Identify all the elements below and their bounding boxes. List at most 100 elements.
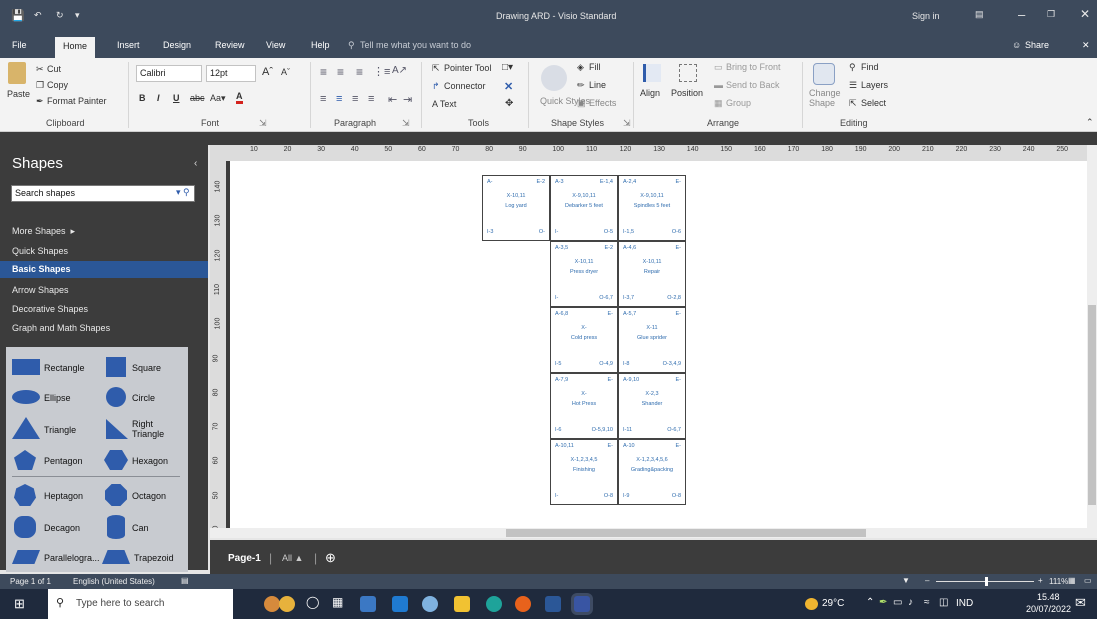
decorative-shapes-link[interactable]: Decorative Shapes <box>12 304 88 314</box>
share-icon[interactable]: ☺ <box>1012 38 1021 58</box>
activity-box[interactable]: A-10,11 E- X-1,2,3,4,5 Finishing I- O-8 <box>550 439 618 505</box>
pentagon-icon[interactable] <box>14 450 36 470</box>
vertical-scrollbar[interactable] <box>1087 145 1097 530</box>
horizontal-scroll-thumb[interactable] <box>506 529 866 537</box>
zoom-out-icon[interactable]: – <box>925 576 929 585</box>
text-direction-icon[interactable]: A↗ <box>392 65 407 76</box>
font-size-select[interactable]: 12pt <box>206 65 256 82</box>
tab-design[interactable]: Design <box>163 38 191 58</box>
activity-box[interactable]: A-2,4 E- X-9,10,11 Spindles 5 feet I-1,5 O-6 <box>618 175 686 241</box>
store-icon[interactable] <box>360 596 376 612</box>
notifications-icon[interactable]: ✉ <box>1075 595 1086 611</box>
effects-icon[interactable]: ▣ <box>577 98 586 109</box>
align-left-icon[interactable]: ≡ <box>320 93 326 105</box>
search-shapes-input[interactable]: Search shapes ▾ ⚲ <box>11 185 195 202</box>
tab-insert[interactable]: Insert <box>117 38 140 58</box>
people-icon[interactable] <box>264 596 280 612</box>
align-right-icon[interactable]: ≡ <box>352 93 358 105</box>
format-painter-icon[interactable]: ✒ <box>36 96 44 107</box>
rectangle-label[interactable]: Rectangle <box>44 363 85 373</box>
can-label[interactable]: Can <box>132 523 149 533</box>
trapezoid-label[interactable]: Trapezoid <box>134 553 174 563</box>
browser-icon[interactable] <box>422 596 438 612</box>
format-painter-button[interactable]: Format Painter <box>47 96 107 106</box>
paragraph-launcher-icon[interactable]: ⇲ <box>402 118 410 129</box>
more-shapes-link[interactable]: More Shapes ▸ <box>12 226 75 237</box>
layers-button[interactable]: Layers <box>861 80 888 90</box>
search-icon[interactable]: ▾ ⚲ <box>176 187 190 198</box>
page-1-tab[interactable]: Page-1 <box>228 553 261 564</box>
square-label[interactable]: Square <box>132 363 161 373</box>
visio-icon[interactable] <box>574 596 590 612</box>
align-center-icon[interactable]: ≡ <box>336 93 342 105</box>
tab-file[interactable]: File <box>12 38 27 58</box>
basic-shapes-link[interactable]: Basic Shapes <box>0 261 208 278</box>
find-button[interactable]: Find <box>861 62 879 72</box>
parallelogram-icon[interactable] <box>12 550 40 564</box>
increase-indent-icon[interactable]: ⇥ <box>403 93 412 106</box>
weather-temperature[interactable]: 29°C <box>822 598 844 609</box>
pentagon-label[interactable]: Pentagon <box>44 456 83 466</box>
send-to-back-button[interactable]: Send to Back <box>726 80 780 90</box>
language-indicator[interactable]: IND <box>956 598 973 609</box>
line-icon[interactable]: ✏ <box>577 80 585 91</box>
activity-box[interactable]: A-6,8 E- X- Cold press I-5 O-4,9 <box>550 307 618 373</box>
heptagon-label[interactable]: Heptagon <box>44 491 83 501</box>
align-middle-icon[interactable]: ≡ <box>337 65 344 79</box>
rectangle-icon[interactable] <box>12 359 40 375</box>
pen-icon[interactable]: ✒ <box>879 597 887 608</box>
connector-icon[interactable]: ↱ <box>432 81 440 92</box>
triangle-label[interactable]: Triangle <box>44 425 76 435</box>
arrow-shapes-link[interactable]: Arrow Shapes <box>12 285 69 295</box>
select-icon[interactable]: ⇱ <box>849 98 857 109</box>
fit-window-icon[interactable]: ▦ <box>1068 576 1076 585</box>
select-button[interactable]: Select <box>861 98 886 108</box>
taskbar-search-box[interactable]: ⚲ Type here to search <box>48 589 233 619</box>
circle-label[interactable]: Circle <box>132 393 155 403</box>
octagon-icon[interactable] <box>105 484 127 506</box>
send-to-back-icon[interactable]: ▬ <box>714 80 723 90</box>
macro-icon[interactable]: ▤ <box>181 576 189 585</box>
bold-button[interactable]: B <box>139 93 146 103</box>
strikethrough-button[interactable]: abc <box>190 93 205 103</box>
firefox-icon[interactable] <box>515 596 531 612</box>
zoom-level[interactable]: 111% <box>1049 577 1068 586</box>
bullets-icon[interactable]: ⋮≡ <box>373 65 390 78</box>
weather-icon[interactable] <box>805 598 818 610</box>
cortana-icon[interactable]: ◯ <box>306 595 319 609</box>
activity-box[interactable]: A-9,10 E- X-2,3 Shander I-11 O-6,7 <box>618 373 686 439</box>
paste-icon[interactable] <box>8 62 26 84</box>
wifi-icon[interactable]: ≈ <box>924 597 930 608</box>
parallelogram-label[interactable]: Parallelogra... <box>44 553 100 563</box>
font-launcher-icon[interactable]: ⇲ <box>259 118 267 129</box>
pointer-tool-icon[interactable]: ⇱ <box>432 63 440 74</box>
tab-help[interactable]: Help <box>311 38 330 58</box>
insert-page-icon[interactable]: ⊕ <box>325 550 336 566</box>
octagon-label[interactable]: Octagon <box>132 491 166 501</box>
line-button[interactable]: Line <box>589 80 606 90</box>
zoom-slider-thumb[interactable] <box>985 577 988 586</box>
find-icon[interactable]: ⚲ <box>849 62 856 73</box>
right-triangle-label[interactable]: Right Triangle <box>132 419 172 439</box>
collapse-ribbon-icon[interactable]: ⌃ <box>1086 117 1094 128</box>
decrease-indent-icon[interactable]: ⇤ <box>388 93 397 106</box>
underline-button[interactable]: U <box>173 93 180 103</box>
task-view-icon[interactable]: ▦ <box>332 595 343 609</box>
case-button[interactable]: Aa▾ <box>210 93 226 104</box>
tab-view[interactable]: View <box>266 38 285 58</box>
position-button[interactable]: Position <box>671 88 703 98</box>
activity-box[interactable]: A-4,6 E- X-10,11 Repair I-3,7 O-2,8 <box>618 241 686 307</box>
font-family-select[interactable]: Calibri <box>136 65 202 82</box>
italic-button[interactable]: I <box>157 93 160 103</box>
network-icon[interactable]: ▭ <box>893 597 902 608</box>
quick-styles-icon[interactable] <box>541 65 567 91</box>
activity-box[interactable]: A-10 E- X-1,2,3,4,5,6 Grading&packing I-9 O-8 <box>618 439 686 505</box>
volume-icon[interactable]: ♪ <box>908 597 913 608</box>
tab-review[interactable]: Review <box>215 38 245 58</box>
can-icon[interactable] <box>107 515 125 539</box>
undo-icon[interactable]: ↶ <box>34 10 42 21</box>
zoom-in-icon[interactable]: + <box>1038 576 1043 585</box>
text-tool-button[interactable]: A Text <box>432 99 456 109</box>
shrink-font-icon[interactable]: Aˇ <box>281 67 290 77</box>
position-icon[interactable] <box>679 64 697 82</box>
